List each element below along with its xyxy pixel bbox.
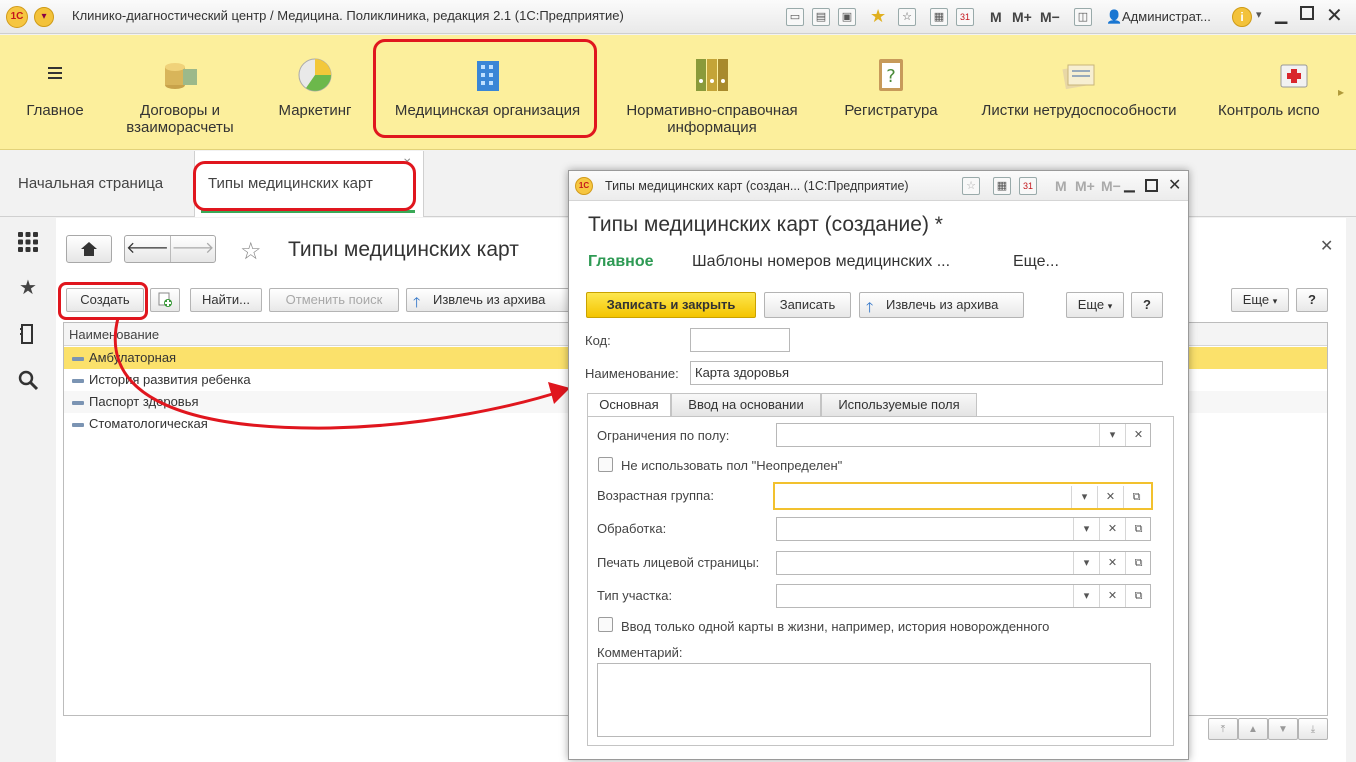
- dialog-nav-templates[interactable]: Шаблоны номеров медицинских ...: [692, 253, 950, 271]
- area-type-field[interactable]: ▾ ✕ ⧉: [776, 584, 1151, 608]
- chevron-down-icon[interactable]: ▾: [1073, 518, 1099, 540]
- dialog-minimize-icon[interactable]: ▁: [1124, 176, 1135, 193]
- tab-input-based[interactable]: Ввод на основании: [671, 393, 821, 417]
- open-icon[interactable]: ⧉: [1125, 518, 1151, 540]
- dialog-close-icon[interactable]: ✕: [1168, 175, 1181, 195]
- no-undefined-gender-checkbox[interactable]: [598, 457, 613, 472]
- save-and-close-button[interactable]: Записать и закрыть: [586, 292, 756, 318]
- code-field[interactable]: [690, 328, 790, 352]
- dialog-memory-minus-button[interactable]: M−: [1101, 178, 1121, 194]
- dialog-help-button[interactable]: ?: [1131, 292, 1163, 318]
- clear-icon[interactable]: ✕: [1099, 585, 1125, 607]
- dialog-bookmark-icon[interactable]: ☆: [962, 177, 980, 195]
- dialog-extract-archive-button[interactable]: 🡑 Извлечь из архива: [859, 292, 1024, 318]
- dialog-memory-plus-button[interactable]: M+: [1075, 178, 1095, 194]
- open-icon[interactable]: ⧉: [1123, 486, 1149, 508]
- no-undefined-gender-label: Не использовать пол "Неопределен": [621, 458, 843, 473]
- dialog-1c-logo-icon: 1С: [575, 177, 593, 195]
- tab-main[interactable]: Основная: [587, 393, 671, 417]
- dialog-nav-more[interactable]: Еще...: [1013, 253, 1059, 271]
- dialog-memory-m-button[interactable]: M: [1055, 178, 1067, 194]
- chevron-down-icon[interactable]: ▾: [1073, 585, 1099, 607]
- print-front-page-label: Печать лицевой страницы:: [597, 555, 760, 570]
- open-icon[interactable]: ⧉: [1125, 585, 1151, 607]
- processing-field[interactable]: ▾ ✕ ⧉: [776, 517, 1151, 541]
- archive-arrow-icon: 🡑: [866, 299, 874, 315]
- processing-label: Обработка:: [597, 521, 667, 536]
- comment-textarea[interactable]: [597, 663, 1151, 737]
- tab-used-fields[interactable]: Используемые поля: [821, 393, 977, 417]
- chevron-down-icon: ▾: [1107, 301, 1113, 311]
- chevron-down-icon[interactable]: ▾: [1099, 424, 1125, 446]
- name-label: Наименование:: [585, 366, 679, 381]
- dialog-maximize-icon[interactable]: [1145, 179, 1158, 192]
- clear-icon[interactable]: ✕: [1097, 486, 1123, 508]
- save-button[interactable]: Записать: [764, 292, 851, 318]
- age-group-label: Возрастная группа:: [597, 488, 714, 503]
- name-field[interactable]: Карта здоровья: [690, 361, 1163, 385]
- dialog-nav-main[interactable]: Главное: [588, 253, 654, 271]
- dialog-extract-archive-label: Извлечь из архива: [886, 297, 999, 312]
- clear-icon[interactable]: ✕: [1125, 424, 1151, 446]
- dialog-window-title: Типы медицинских карт (создан... (1С:Пре…: [605, 179, 909, 193]
- dialog-more-button[interactable]: Еще ▾: [1066, 292, 1124, 318]
- dialog-more-label: Еще: [1077, 297, 1105, 312]
- chevron-down-icon[interactable]: ▾: [1073, 552, 1099, 574]
- gender-restriction-field[interactable]: ▾ ✕: [776, 423, 1151, 447]
- clear-icon[interactable]: ✕: [1099, 518, 1125, 540]
- dialog-calendar-icon[interactable]: 31: [1019, 177, 1037, 195]
- one-card-checkbox[interactable]: [598, 617, 613, 632]
- create-dialog: 1С Типы медицинских карт (создан... (1С:…: [568, 170, 1189, 760]
- area-type-label: Тип участка:: [597, 588, 673, 603]
- clear-icon[interactable]: ✕: [1099, 552, 1125, 574]
- dialog-title-bar: 1С Типы медицинских карт (создан... (1С:…: [569, 171, 1188, 201]
- dialog-header: Типы медицинских карт (создание) *: [588, 213, 943, 236]
- one-card-label: Ввод только одной карты в жизни, наприме…: [621, 619, 1050, 634]
- age-group-field[interactable]: ▾ ✕ ⧉: [773, 482, 1153, 510]
- comment-label: Комментарий:: [597, 645, 683, 660]
- dialog-calculator-icon[interactable]: ▦: [993, 177, 1011, 195]
- chevron-down-icon[interactable]: ▾: [1071, 486, 1097, 508]
- code-label: Код:: [585, 333, 611, 348]
- gender-restriction-label: Ограничения по полу:: [597, 428, 730, 443]
- print-front-page-field[interactable]: ▾ ✕ ⧉: [776, 551, 1151, 575]
- open-icon[interactable]: ⧉: [1125, 552, 1151, 574]
